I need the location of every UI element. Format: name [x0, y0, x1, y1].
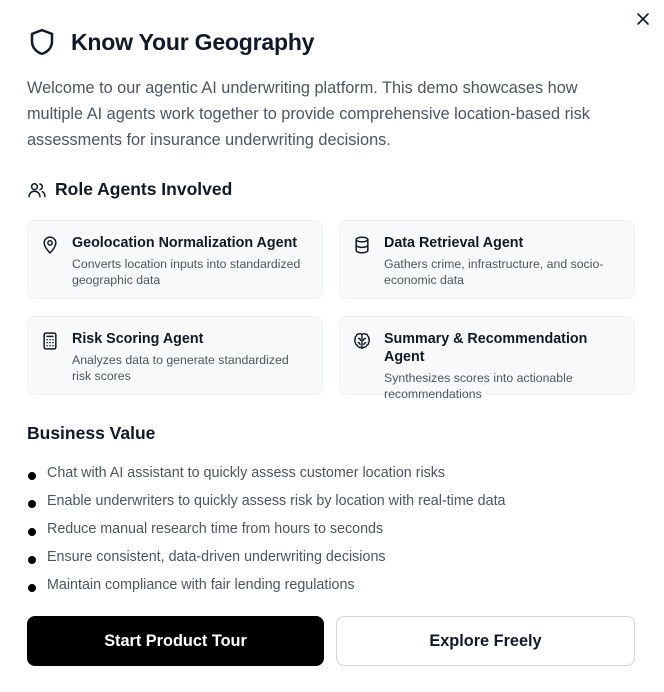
business-value-heading: Business Value [27, 423, 156, 443]
start-product-tour-button[interactable]: Start Product Tour [27, 616, 324, 666]
business-value-list: Chat with AI assistant to quickly assess… [27, 459, 506, 599]
shield-icon [30, 28, 54, 56]
list-item: Enable underwriters to quickly assess ri… [27, 487, 506, 515]
explore-freely-button[interactable]: Explore Freely [336, 616, 635, 666]
agents-heading: Role Agents Involved [27, 179, 232, 200]
list-item: Reduce manual research time from hours t… [27, 515, 506, 543]
dialog-title: Know Your Geography [71, 28, 315, 55]
agents-heading-label: Role Agents Involved [55, 179, 233, 199]
list-item: Ensure consistent, data-driven underwrit… [27, 543, 506, 571]
bullet-icon [28, 555, 36, 564]
bullet-icon [28, 499, 36, 508]
agent-card-data-retrieval[interactable]: Data Retrieval Agent Gathers crime, infr… [339, 220, 635, 299]
bullet-icon [28, 583, 36, 592]
dialog-header: Know Your Geography [27, 26, 314, 58]
bullet-icon [28, 471, 36, 480]
agent-card-geolocation[interactable]: Geolocation Normalization Agent Converts… [27, 220, 323, 299]
agent-cards: Geolocation Normalization Agent Converts… [27, 220, 635, 401]
intro-text: Welcome to our agentic AI underwriting p… [27, 79, 590, 149]
agent-card-summary[interactable]: Summary & Recommendation Agent Synthesiz… [339, 316, 635, 401]
agent-description: Converts location inputs into standardiz… [72, 257, 301, 287]
list-item-text: Maintain compliance with fair lending re… [47, 577, 355, 593]
agent-description: Analyzes data to generate standardized r… [72, 353, 289, 383]
bullet-icon [28, 527, 36, 536]
list-item: Chat with AI assistant to quickly assess… [27, 459, 506, 487]
agent-description: Synthesizes scores into actionable recom… [384, 371, 573, 401]
list-item-text: Enable underwriters to quickly assess ri… [47, 493, 506, 509]
users-icon [28, 182, 46, 197]
close-icon [637, 13, 649, 25]
list-item-text: Chat with AI assistant to quickly assess… [47, 465, 446, 481]
brain-icon [352, 331, 372, 351]
database-icon [352, 235, 372, 255]
agent-name: Summary & Recommendation Agent [384, 331, 588, 365]
close-button[interactable] [632, 8, 654, 30]
agent-card-risk-scoring[interactable]: Risk Scoring Agent Analyzes data to gene… [27, 316, 323, 395]
list-item: Maintain compliance with fair lending re… [27, 571, 506, 599]
agent-name: Data Retrieval Agent [384, 235, 524, 251]
list-item-text: Reduce manual research time from hours t… [47, 521, 384, 537]
agent-name: Geolocation Normalization Agent [72, 235, 298, 251]
list-item-text: Ensure consistent, data-driven underwrit… [47, 549, 386, 565]
agent-name: Risk Scoring Agent [72, 331, 204, 347]
agent-description: Gathers crime, infrastructure, and socio… [384, 257, 604, 287]
calculator-icon [40, 331, 60, 351]
map-pin-icon [40, 235, 60, 255]
